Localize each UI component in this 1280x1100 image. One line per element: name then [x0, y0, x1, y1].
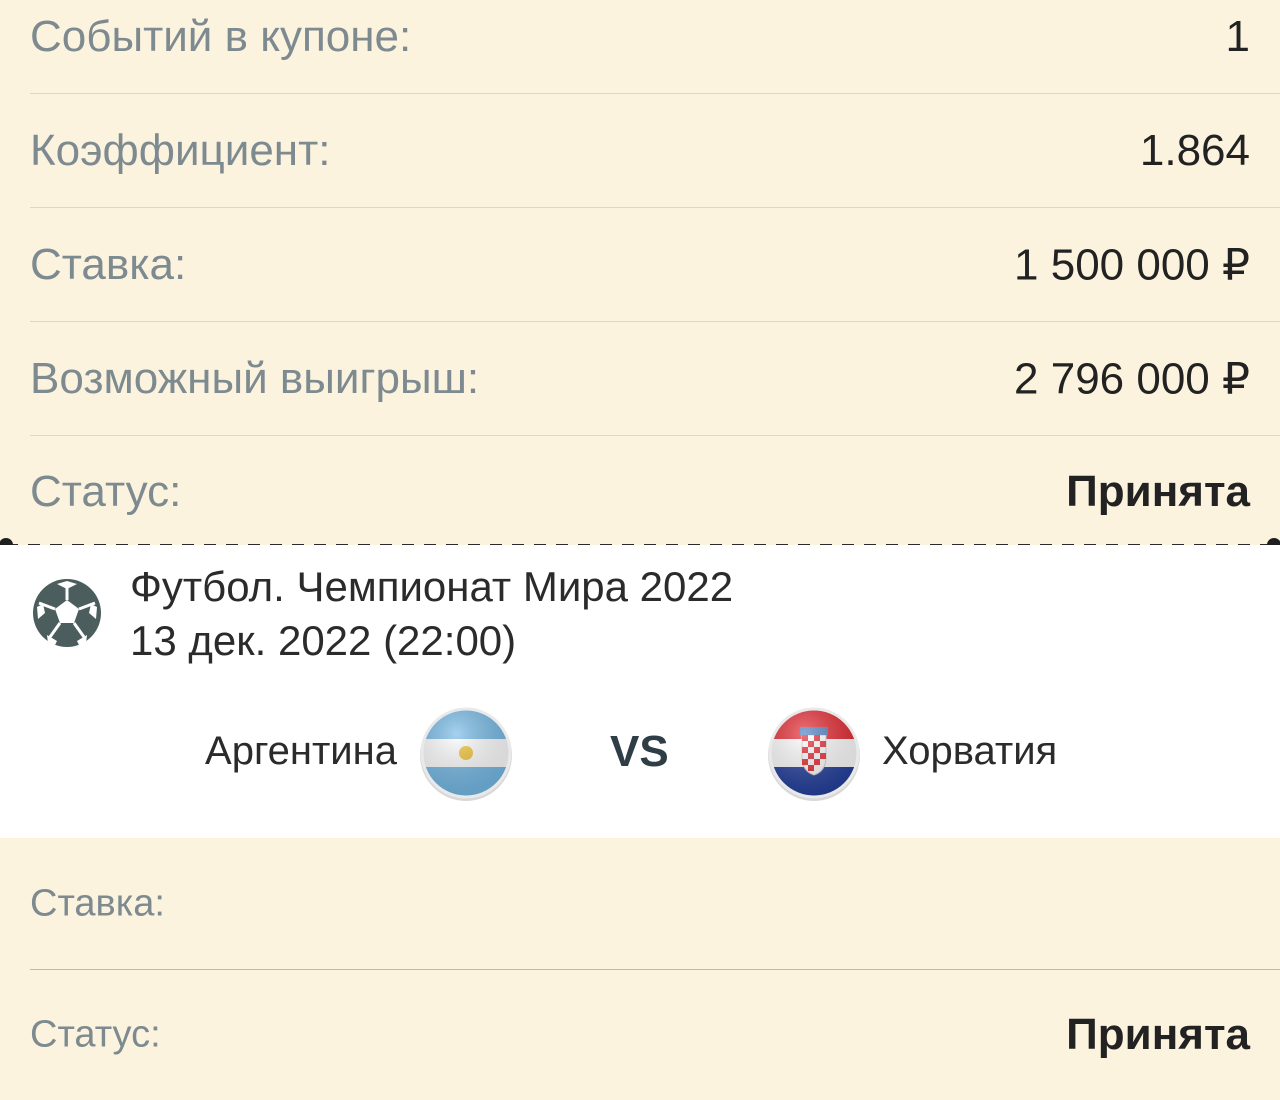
coefficient-label: Коэффициент: — [30, 125, 331, 175]
details-stake-row: Ставка: — [30, 838, 1280, 970]
stake-label: Ставка: — [30, 239, 187, 289]
coefficient-value: 1.864 — [1139, 125, 1250, 175]
stake-value: 1 500 000 ₽ — [1014, 240, 1250, 289]
coupon-summary: Событий в купоне: 1 Коэффициент: 1.864 С… — [0, 0, 1280, 545]
event-datetime: 13 дек. 2022 (22:00) — [130, 617, 517, 664]
coefficient-row: Коэффициент: 1.864 — [30, 94, 1280, 208]
possible-win-label: Возможный выигрыш: — [30, 353, 480, 403]
status-value: Принята — [1066, 467, 1250, 516]
details-status-row: Статус: Принята — [30, 970, 1280, 1100]
away-team-name: Хорватия — [882, 729, 1058, 773]
bet-details: Ставка: Статус: Принята — [0, 838, 1280, 1100]
event-title: Футбол. Чемпионат Мира 2022 — [130, 563, 734, 610]
event-card[interactable]: Футбол. Чемпионат Мира 2022 13 дек. 2022… — [0, 545, 1280, 838]
details-status-value: Принята — [1066, 1010, 1250, 1059]
details-stake-label: Ставка: — [30, 882, 165, 924]
soccer-ball-icon — [33, 579, 101, 647]
details-status-label: Статус: — [30, 1013, 161, 1056]
croatia-flag-icon — [768, 707, 860, 801]
events-count-row: Событий в купоне: 1 — [30, 0, 1280, 94]
possible-win-value: 2 796 000 ₽ — [1014, 354, 1250, 403]
possible-win-row: Возможный выигрыш: 2 796 000 ₽ — [30, 322, 1280, 436]
stake-row: Ставка: 1 500 000 ₽ — [30, 208, 1280, 322]
home-team-name: Аргентина — [205, 729, 397, 773]
status-label: Статус: — [30, 467, 182, 516]
events-count-value: 1 — [1225, 11, 1250, 61]
versus-label: VS — [610, 727, 669, 776]
status-row: Статус: Принята — [30, 435, 1280, 549]
argentina-flag-icon — [420, 707, 512, 801]
events-count-label: Событий в купоне: — [30, 11, 412, 61]
